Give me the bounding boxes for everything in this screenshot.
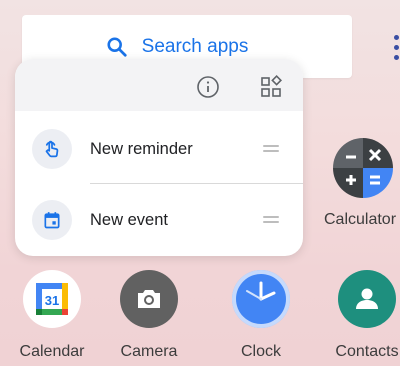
shortcut-label: New reminder: [90, 139, 193, 158]
svg-text:31: 31: [45, 293, 59, 308]
camera-app-label: Camera: [120, 343, 178, 360]
contacts-app[interactable]: Contacts: [322, 270, 400, 366]
calculator-app-label: Calculator: [324, 211, 397, 228]
reminder-icon-bg: [32, 129, 72, 169]
contacts-app-icon: [338, 270, 396, 328]
divider: [90, 183, 303, 184]
calendar-app-label: Calendar: [19, 343, 85, 360]
shortcut-label: New event: [90, 210, 168, 229]
drag-handle-icon[interactable]: [263, 216, 279, 224]
calendar-app[interactable]: 31 Calendar: [7, 270, 97, 366]
calculator-app-icon[interactable]: [333, 138, 393, 198]
search-icon: [107, 36, 127, 57]
calendar-event-icon: [44, 212, 60, 229]
clock-app-label: Clock: [240, 343, 281, 360]
shortcut-new-reminder[interactable]: New reminder: [15, 119, 303, 179]
clock-app[interactable]: Clock: [216, 270, 306, 366]
search-label: Search apps: [141, 35, 249, 57]
app-shortcuts-popup: New reminder New event: [15, 59, 303, 256]
drag-handle-icon[interactable]: [263, 145, 279, 153]
camera-app-icon: [120, 270, 178, 328]
calendar-app-icon: 31: [23, 270, 81, 328]
event-icon-bg: [32, 200, 72, 240]
more-options-icon[interactable]: [392, 32, 400, 66]
clock-app-icon: [232, 270, 290, 328]
reminder-hand-icon: [45, 140, 59, 158]
camera-app[interactable]: Camera: [104, 270, 194, 366]
contacts-app-label: Contacts: [335, 343, 399, 360]
shortcut-new-event[interactable]: New event: [15, 190, 303, 250]
widgets-icon[interactable]: [259, 75, 283, 99]
info-icon[interactable]: [196, 75, 220, 99]
popup-header: [15, 59, 303, 111]
